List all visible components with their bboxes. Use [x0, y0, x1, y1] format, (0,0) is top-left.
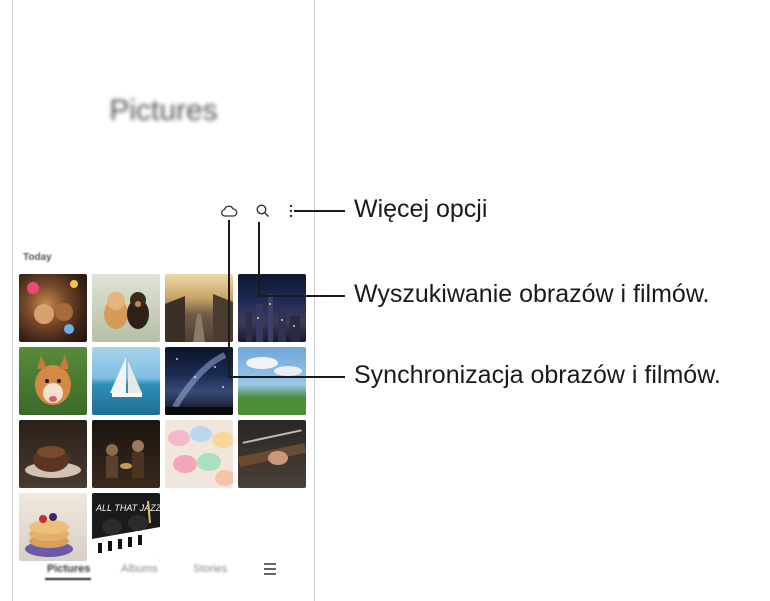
search-label: Wyszukiwanie obrazów i filmów.: [354, 280, 710, 308]
sync-line: [228, 220, 345, 378]
sync-label: Synchronizacja obrazów i filmów.: [354, 361, 721, 389]
search-line: [258, 222, 345, 297]
more-options-label: Więcej opcji: [354, 195, 488, 223]
